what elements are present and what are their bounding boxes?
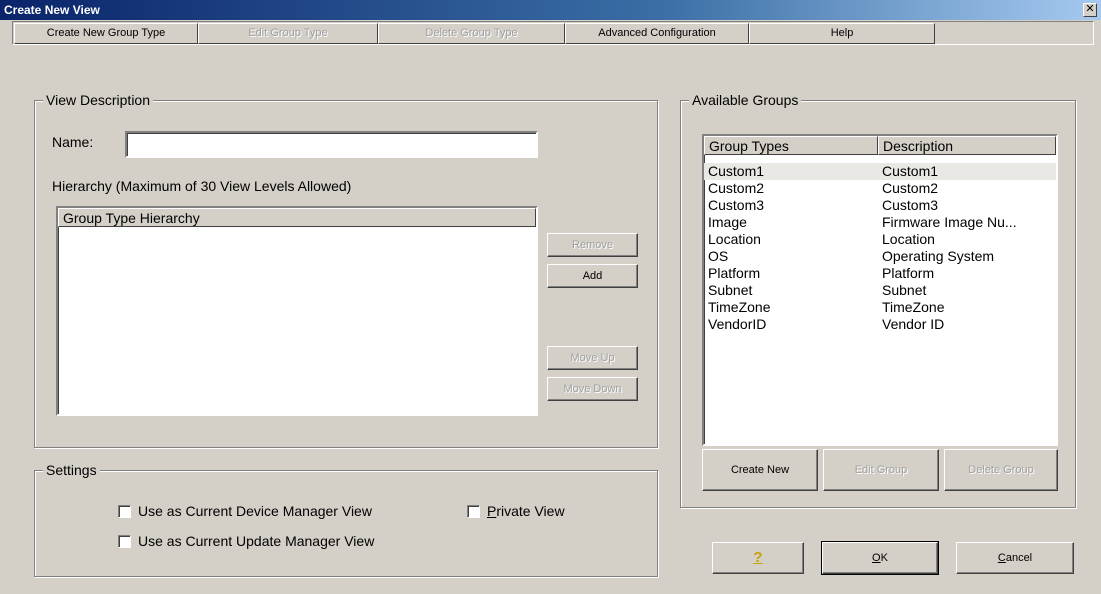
delete-group-button[interactable]: Delete Group bbox=[944, 449, 1058, 491]
group-type-toolbar: Create New Group Type Edit Group Type De… bbox=[12, 21, 1094, 45]
cancel-label-rest: ancel bbox=[1005, 552, 1033, 564]
group-row[interactable]: TimeZone TimeZone bbox=[704, 299, 1056, 316]
help-menu-button[interactable]: Help bbox=[749, 23, 935, 44]
window-title: Create New View bbox=[4, 3, 100, 17]
group-row[interactable]: Subnet Subnet bbox=[704, 282, 1056, 299]
private-view-label[interactable]: Private View bbox=[487, 503, 565, 519]
group-row[interactable]: Platform Platform bbox=[704, 265, 1056, 282]
ok-label-rest: K bbox=[880, 552, 888, 564]
create-new-group-button[interactable]: Create New bbox=[702, 449, 818, 491]
available-groups-legend: Available Groups bbox=[689, 92, 802, 108]
create-new-group-type-button[interactable]: Create New Group Type bbox=[14, 23, 198, 44]
name-input[interactable] bbox=[125, 131, 538, 158]
help-icon: ? bbox=[753, 549, 763, 566]
group-row[interactable]: Custom1 Custom1 bbox=[704, 163, 1056, 180]
group-row[interactable]: Custom2 Custom2 bbox=[704, 180, 1056, 197]
update-manager-view-checkbox[interactable] bbox=[118, 535, 131, 548]
cancel-accel: C bbox=[997, 552, 1006, 564]
group-row[interactable]: VendorID Vendor ID bbox=[704, 316, 1056, 333]
delete-group-type-button[interactable]: Delete Group Type bbox=[378, 23, 565, 44]
close-button[interactable]: ✕ bbox=[1083, 3, 1097, 17]
private-view-accel: P bbox=[487, 503, 497, 519]
update-manager-view-label[interactable]: Use as Current Update Manager View bbox=[138, 533, 374, 549]
window-titlebar: Create New View ✕ bbox=[0, 0, 1101, 20]
view-description-legend: View Description bbox=[43, 92, 154, 108]
close-icon: ✕ bbox=[1085, 3, 1095, 15]
cancel-button[interactable]: Cancel bbox=[956, 542, 1074, 574]
ok-button[interactable]: OK bbox=[821, 541, 939, 575]
settings-group: Settings bbox=[34, 462, 658, 577]
hierarchy-label: Hierarchy (Maximum of 30 View Levels All… bbox=[52, 178, 352, 194]
private-view-label-rest: rivate View bbox=[496, 503, 565, 519]
group-type-hierarchy-list[interactable]: Group Type Hierarchy bbox=[56, 206, 538, 416]
edit-group-type-button[interactable]: Edit Group Type bbox=[198, 23, 378, 44]
private-view-checkbox[interactable] bbox=[467, 505, 480, 518]
group-row[interactable]: Custom3 Custom3 bbox=[704, 197, 1056, 214]
group-row[interactable]: OS Operating System bbox=[704, 248, 1056, 265]
group-row[interactable]: Location Location bbox=[704, 231, 1056, 248]
advanced-configuration-button[interactable]: Advanced Configuration bbox=[565, 23, 749, 44]
description-column-header[interactable]: Description bbox=[878, 136, 1056, 155]
ok-accel: O bbox=[872, 552, 881, 564]
edit-group-button[interactable]: Edit Group bbox=[823, 449, 939, 491]
remove-button[interactable]: Remove bbox=[547, 233, 638, 257]
hierarchy-column-header[interactable]: Group Type Hierarchy bbox=[58, 208, 536, 227]
move-down-button[interactable]: Move Down bbox=[547, 377, 638, 401]
add-button[interactable]: Add bbox=[547, 264, 638, 288]
available-groups-list[interactable]: Group Types Description Custom1 Custom1 C… bbox=[702, 134, 1058, 446]
help-button[interactable]: ? bbox=[712, 542, 804, 574]
device-manager-view-checkbox[interactable] bbox=[118, 505, 131, 518]
name-label: Name: bbox=[52, 134, 94, 150]
device-manager-view-label[interactable]: Use as Current Device Manager View bbox=[138, 503, 372, 519]
settings-legend: Settings bbox=[43, 462, 100, 478]
move-up-button[interactable]: Move Up bbox=[547, 346, 638, 370]
group-row[interactable]: Image Firmware Image Nu... bbox=[704, 214, 1056, 231]
group-types-column-header[interactable]: Group Types bbox=[704, 136, 878, 155]
